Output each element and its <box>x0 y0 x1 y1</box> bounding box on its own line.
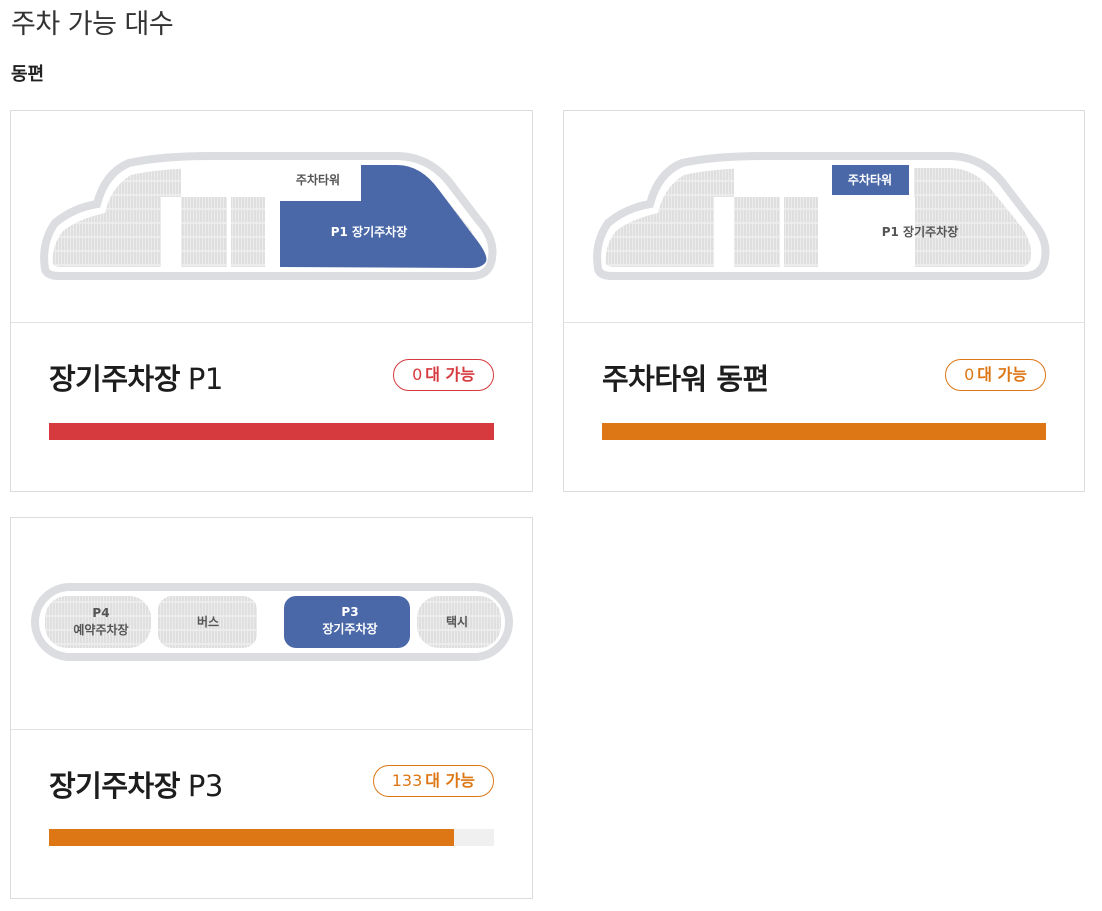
occupancy-bar <box>602 423 1046 440</box>
card-sub: P3 <box>187 769 223 803</box>
parking-map-diagram: 주차타워 P1 장기주차장 <box>40 152 497 280</box>
page-title: 주차 가능 대수 <box>11 9 174 40</box>
card-name: 장기주차장 <box>49 362 180 396</box>
card-title: 장기주차장 P1 <box>49 356 223 398</box>
parking-map: 주차타워 P1 장기주차장 <box>564 111 1084 323</box>
occupancy-bar-fill <box>602 423 1046 440</box>
taxi-label: 택시 <box>446 614 468 629</box>
p4-sublabel: 예약주차장 <box>73 622 128 637</box>
tower-label: 주차타워 <box>296 172 340 187</box>
occupancy-bar <box>49 829 494 846</box>
section-title: 동편 <box>11 64 45 85</box>
tower-label: 주차타워 <box>848 172 892 187</box>
availability-text: 대 가능 <box>977 365 1027 384</box>
parking-map-diagram: P4 예약주차장 버스 P3 장기주차장 택시 <box>31 583 513 661</box>
card-title: 주차타워 동편 <box>602 356 769 398</box>
card-sub: P1 <box>187 362 223 396</box>
parking-map: P4 예약주차장 버스 P3 장기주차장 택시 <box>11 518 532 730</box>
lot-label: P1 장기주차장 <box>882 224 959 239</box>
p3-sublabel: 장기주차장 <box>322 621 377 636</box>
availability-badge: 133 대 가능 <box>372 765 494 797</box>
p4-label: P4 <box>92 606 109 620</box>
occupancy-bar <box>49 423 494 440</box>
parking-card-p1[interactable]: 주차타워 P1 장기주차장 장기주차장 P1 0대 가능 <box>10 110 533 492</box>
p4-area <box>45 596 151 648</box>
availability-count: 0 <box>412 365 423 384</box>
card-name: 주차타워 동편 <box>602 362 769 396</box>
occupancy-bar-fill <box>49 829 454 846</box>
card-name: 장기주차장 <box>49 769 180 803</box>
availability-badge: 0대 가능 <box>393 359 494 391</box>
availability-text: 대 가능 <box>425 365 475 384</box>
parking-card-tower-east[interactable]: 주차타워 P1 장기주차장 주차타워 동편 0대 가능 <box>563 110 1085 492</box>
card-title: 장기주차장 P3 <box>49 763 223 805</box>
parking-card-p3[interactable]: P4 예약주차장 버스 P3 장기주차장 택시 장기주차장 P3 133 대 가능 <box>10 517 533 899</box>
availability-count: 133 <box>391 771 423 790</box>
availability-text: 대 가능 <box>425 771 475 790</box>
availability-count: 0 <box>964 365 975 384</box>
bus-label: 버스 <box>197 614 219 629</box>
p3-label: P3 <box>341 605 358 619</box>
parking-map-diagram: 주차타워 P1 장기주차장 <box>593 152 1050 280</box>
parking-map: 주차타워 P1 장기주차장 <box>11 111 532 323</box>
occupancy-bar-fill <box>49 423 494 440</box>
availability-badge: 0대 가능 <box>945 359 1046 391</box>
lot-label: P1 장기주차장 <box>331 224 408 239</box>
